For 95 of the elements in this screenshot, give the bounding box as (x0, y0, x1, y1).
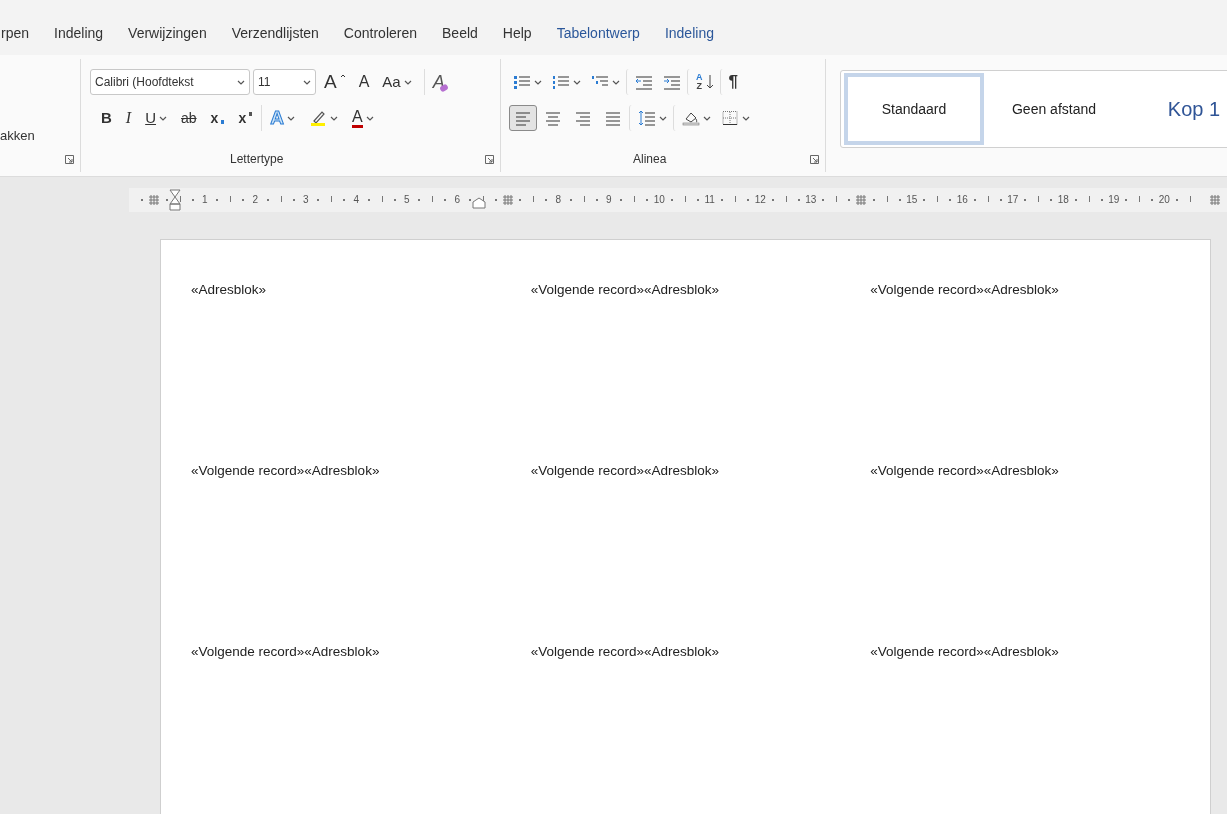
style-option[interactable]: Standaard (844, 73, 984, 145)
caret-icon (403, 79, 412, 85)
align-right-icon (574, 110, 592, 126)
caret-icon (703, 115, 711, 121)
font-name-field[interactable]: Calibri (Hoofdtekst (90, 69, 250, 95)
ribbon-tab[interactable]: rpen (1, 23, 30, 44)
ribbon-tab[interactable]: Beeld (442, 23, 478, 44)
caret-icon (303, 79, 311, 85)
dialog-launcher-icon[interactable] (65, 155, 74, 164)
line-spacing-icon (638, 110, 656, 126)
style-option[interactable]: Geen afstand (984, 73, 1124, 145)
dialog-launcher-icon[interactable] (810, 154, 819, 164)
caret-icon (742, 115, 750, 121)
numbered-list-icon (552, 74, 570, 90)
subscript-button[interactable]: x (205, 105, 230, 131)
caret-icon (286, 115, 295, 121)
ruler-number: 16 (956, 193, 968, 207)
label-field: «Volgende record»«Adresblok» (530, 282, 720, 297)
label-field: «Volgende record»«Adresblok» (870, 282, 1059, 297)
indent-marker-icon[interactable] (169, 188, 181, 211)
underline-button[interactable]: U (140, 105, 172, 131)
ribbon-tab[interactable]: Help (502, 23, 532, 44)
ruler-number: 10 (653, 193, 665, 207)
shrink-font-button[interactable]: A (353, 69, 375, 95)
ribbon-tab[interactable]: Verzendlijsten (231, 23, 319, 44)
style-option[interactable]: Kop 1 (1124, 73, 1227, 145)
ruler-number: 11 (704, 193, 715, 207)
label-field: «Adresblok» (191, 282, 267, 297)
align-left-icon (514, 110, 532, 126)
dialog-launcher-icon[interactable] (485, 154, 494, 164)
label-field: «Volgende record»«Adresblok» (870, 644, 1059, 659)
group-label: Alinea (633, 151, 667, 168)
column-marker-icon[interactable] (149, 194, 160, 205)
paint-bucket-icon (682, 110, 700, 126)
ribbon-tab[interactable]: Indeling (664, 23, 714, 44)
ruler-number: 3 (302, 193, 309, 207)
bullet-list-icon (513, 74, 531, 90)
ruler-number: 9 (605, 193, 612, 207)
align-left-button[interactable] (509, 105, 537, 131)
italic-button[interactable]: I (120, 105, 137, 131)
caret-icon (573, 79, 581, 85)
group-label: akken (0, 126, 35, 145)
borders-icon (721, 110, 739, 126)
superscript-button[interactable]: x (233, 105, 258, 131)
ruler-number: 17 (1007, 193, 1019, 207)
column-marker-icon[interactable] (856, 194, 867, 205)
decrease-indent-icon (635, 74, 653, 90)
font-size-field[interactable]: 11 (253, 69, 316, 95)
caret-icon (612, 79, 620, 85)
align-center-icon (544, 110, 562, 126)
sort-button[interactable]: A Z (687, 69, 718, 95)
sort-letter: Z (696, 82, 703, 91)
change-case-button[interactable]: Aa (377, 69, 417, 95)
ribbon-tab[interactable]: Indeling (54, 23, 104, 44)
sort-letter: A (696, 73, 703, 82)
ruler-number: 1 (201, 193, 208, 207)
strikethrough-button[interactable]: ab (176, 105, 202, 131)
caret-icon (534, 79, 542, 85)
ruler-number: 13 (805, 193, 817, 207)
ruler-number: 5 (403, 193, 410, 207)
column-marker-icon[interactable] (502, 194, 513, 205)
increase-indent-icon (663, 74, 681, 90)
ruler-number: 20 (1158, 193, 1170, 207)
label-field: «Volgende record»«Adresblok» (191, 644, 380, 659)
ruler-number: 8 (555, 193, 562, 207)
ribbon-tab[interactable]: Verwijzingen (128, 23, 207, 44)
caret-icon (365, 115, 374, 121)
grow-font-button[interactable]: A (319, 69, 351, 95)
indent-marker-icon[interactable] (472, 196, 486, 209)
font-color-button[interactable]: A (346, 105, 379, 131)
ribbon-tab[interactable]: Controleren (343, 23, 417, 44)
ribbon-tab[interactable]: Tabelontwerp (556, 23, 640, 44)
caret-icon (159, 115, 167, 121)
ruler-number: 2 (252, 193, 259, 207)
label-field: «Volgende record»«Adresblok» (530, 463, 720, 478)
ruler-number: 15 (906, 193, 918, 207)
up-caret-icon (339, 74, 346, 78)
ruler-number: 18 (1057, 193, 1069, 207)
label-field: «Volgende record»«Adresblok» (191, 463, 380, 478)
show-marks-button[interactable]: ¶ (719, 69, 742, 95)
caret-icon (659, 115, 667, 121)
justify-icon (604, 110, 622, 126)
bold-button[interactable]: B (96, 105, 117, 131)
ruler-number: 6 (454, 193, 461, 207)
caret-icon (237, 79, 245, 85)
caret-icon (329, 115, 338, 121)
column-marker-icon[interactable] (1209, 194, 1220, 205)
highlighter-icon (308, 109, 327, 127)
ruler-number: 4 (353, 193, 360, 207)
label-field: «Volgende record»«Adresblok» (530, 644, 720, 659)
group-label: Lettertype (230, 151, 284, 168)
ruler-number: 19 (1108, 193, 1120, 207)
down-arrow-icon (705, 74, 714, 90)
ruler-number: 12 (754, 193, 766, 207)
label-field: «Volgende record»«Adresblok» (870, 463, 1059, 478)
